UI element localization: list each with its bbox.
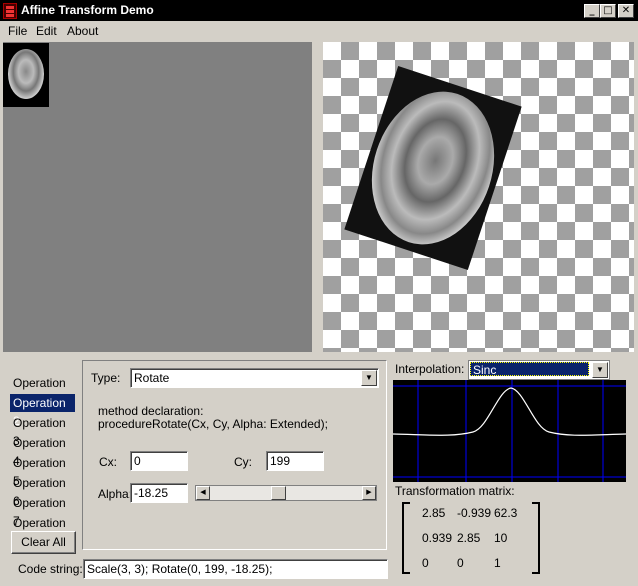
method-declaration-signature: procedureRotate(Cx, Cy, Alpha: Extended)… <box>98 417 328 431</box>
matrix-cell: -0.939 <box>457 506 492 520</box>
slider-left-icon[interactable]: ◀ <box>196 486 210 500</box>
chevron-down-icon[interactable]: ▼ <box>361 370 377 386</box>
matrix-left-bracket <box>402 502 410 574</box>
menu-edit[interactable]: Edit <box>36 24 57 38</box>
operation-item-3[interactable]: Operation 3 <box>10 414 75 448</box>
clear-all-button[interactable]: Clear All <box>11 531 76 554</box>
maximize-button[interactable]: □ <box>600 4 616 18</box>
interpolation-label: Interpolation: <box>395 362 465 376</box>
type-label: Type: <box>91 371 121 385</box>
matrix-cell: 0.939 <box>422 531 453 545</box>
alpha-input[interactable]: -18.25 <box>130 483 188 503</box>
cy-label: Cy: <box>234 455 252 469</box>
alpha-slider[interactable]: ◀ ▶ <box>195 485 377 501</box>
method-declaration-label: method declaration: <box>98 404 204 418</box>
cx-label: Cx: <box>99 455 117 469</box>
alpha-label: Alpha: <box>98 487 133 501</box>
close-button[interactable]: ✕ <box>618 4 634 18</box>
type-select[interactable]: Rotate ▼ <box>130 368 379 388</box>
cy-input[interactable]: 199 <box>266 451 324 471</box>
cx-input[interactable]: 0 <box>130 451 188 471</box>
kernel-curve-svg <box>392 380 627 482</box>
matrix-cell: 0 <box>422 556 429 570</box>
operation-item-7[interactable]: Operation 7 <box>10 494 75 528</box>
matrix-cell: 62.3 <box>494 506 518 520</box>
operation-item-1[interactable]: Operation 1 <box>10 374 75 408</box>
sinc-kernel-curve <box>392 387 627 436</box>
operation-item-4[interactable]: Operation 4 <box>10 434 75 468</box>
menu-bar: File Edit About <box>0 21 638 41</box>
menu-about[interactable]: About <box>67 24 98 38</box>
operation-item-6[interactable]: Operation 6 <box>10 474 75 508</box>
matrix-cell: 10 <box>494 531 508 545</box>
transformed-image <box>344 65 522 271</box>
brain-scan-image <box>8 49 44 99</box>
result-image-pane <box>323 42 634 352</box>
interpolation-kernel-plot <box>392 380 627 482</box>
type-select-value: Rotate <box>134 371 170 385</box>
code-string-input[interactable]: Scale(3, 3); Rotate(0, 199, -18.25); <box>83 559 388 579</box>
transformation-matrix: 2.85 -0.939 62.3 0.939 2.85 10 0 0 1 <box>402 502 540 574</box>
matrix-label: Transformation matrix: <box>395 484 515 498</box>
window-title: Affine Transform Demo <box>21 3 154 17</box>
minimize-button[interactable]: _ <box>584 4 600 18</box>
code-string-label: Code string: <box>18 562 83 576</box>
interpolation-select[interactable]: Sinc ▼ <box>468 360 610 380</box>
source-image-pane <box>3 42 312 352</box>
brain-scan-image <box>352 75 514 261</box>
matrix-cell: 1 <box>494 556 501 570</box>
operation-item-2[interactable]: Operation 2 <box>10 394 75 428</box>
matrix-cell: 2.85 <box>422 506 446 520</box>
operation-item-8[interactable]: Operation 8 <box>10 514 75 548</box>
matrix-cell: 0 <box>457 556 464 570</box>
menu-file[interactable]: File <box>8 24 27 38</box>
interpolation-value: Sinc <box>470 362 589 377</box>
slider-right-icon[interactable]: ▶ <box>362 486 376 500</box>
slider-thumb[interactable] <box>271 486 286 500</box>
source-image-thumbnail <box>3 43 49 107</box>
app-icon <box>3 3 17 19</box>
chevron-down-icon[interactable]: ▼ <box>592 362 608 378</box>
title-bar[interactable]: Affine Transform Demo _ □ ✕ <box>0 0 638 21</box>
matrix-cell: 2.85 <box>457 531 481 545</box>
operation-item-5[interactable]: Operation 5 <box>10 454 75 488</box>
